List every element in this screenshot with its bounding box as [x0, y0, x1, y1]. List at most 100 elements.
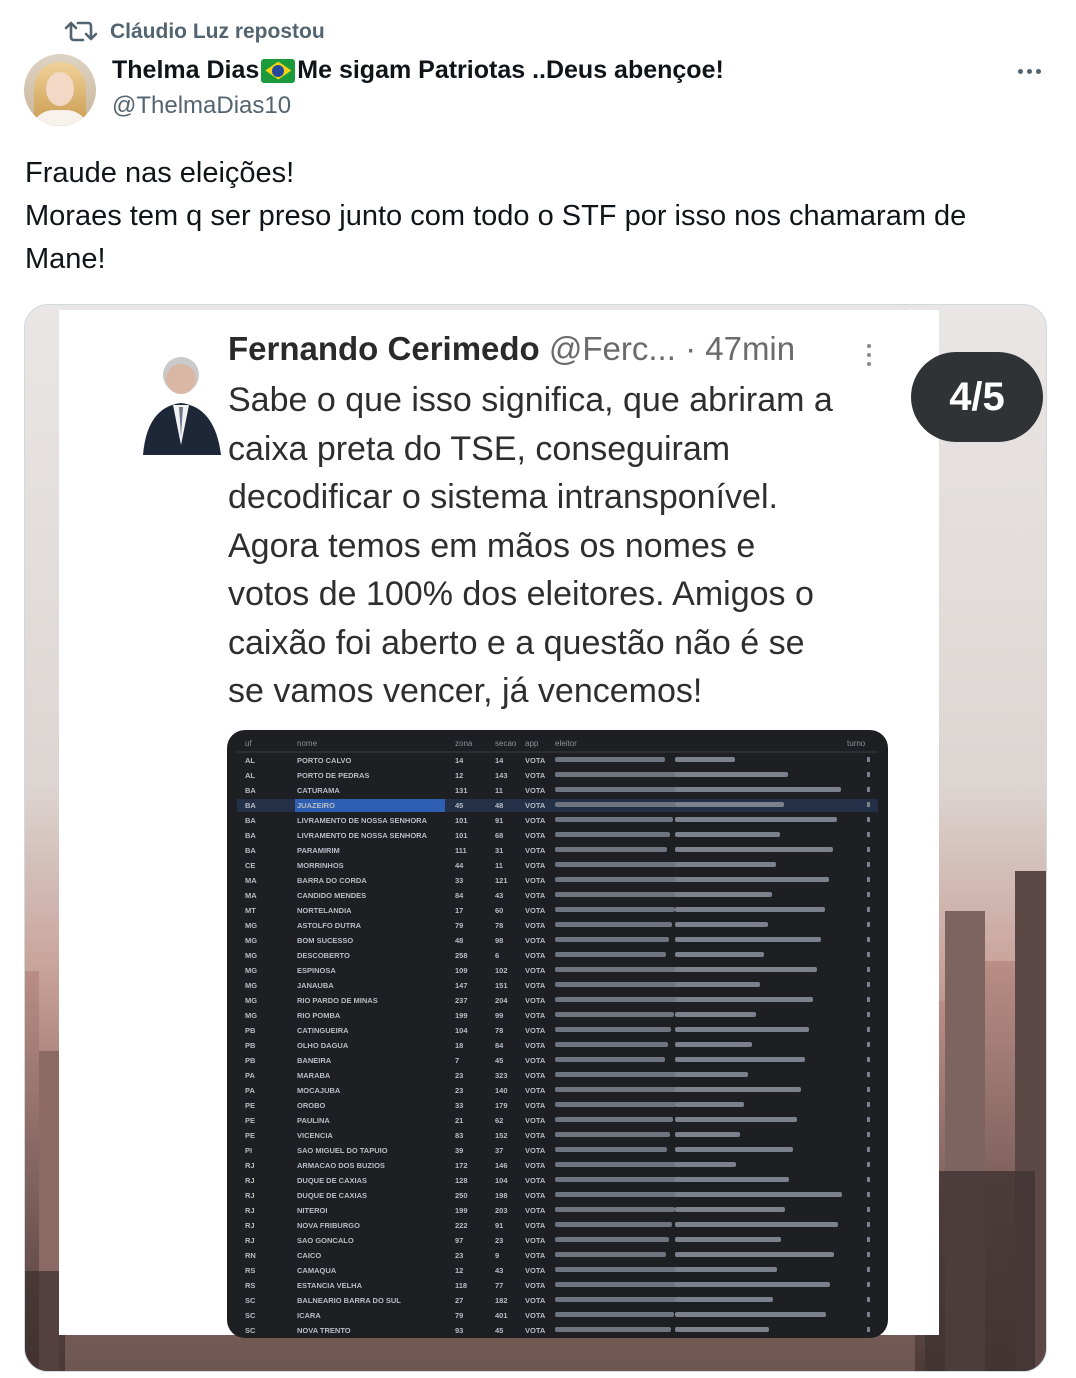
table-cell: CAICO [297, 1251, 321, 1260]
table-cell-url-blur [555, 1267, 683, 1272]
post-media-image[interactable]: Fernando Cerimedo @Ferc... · 47min Sabe … [24, 304, 1047, 1372]
table-cell: 323 [495, 1071, 508, 1080]
table-cell-name-blur [675, 832, 780, 837]
table-cell-url-blur [555, 772, 682, 777]
table-cell: VOTA [525, 1266, 546, 1275]
table-cell-name-blur [675, 1177, 789, 1182]
table-header-cell: turno [847, 739, 866, 748]
quoted-line: Sabe o que isso significa, que abriram a [228, 381, 833, 419]
table-cell: VOTA [525, 906, 546, 915]
table-cell-url-blur [555, 1102, 676, 1107]
table-cell: JANAUBA [297, 981, 334, 990]
table-cell: 203 [495, 1206, 508, 1215]
quoted-more-icon [867, 344, 873, 371]
table-cell-name-blur [675, 922, 768, 927]
table-cell: 18 [455, 1041, 463, 1050]
table-cell-turno-blur [867, 1147, 870, 1152]
table-cell-url-blur [555, 997, 677, 1002]
quoted-author-name: Fernando Cerimedo [228, 330, 540, 367]
table-cell-turno-blur [867, 877, 870, 882]
table-cell: 33 [455, 1101, 463, 1110]
table-cell-turno-blur [867, 1252, 870, 1257]
table-cell: PB [245, 1026, 256, 1035]
table-cell: NOVA TRENTO [297, 1326, 351, 1335]
table-cell: 43 [495, 891, 503, 900]
quoted-line: decodificar o sistema intransponível. [228, 478, 778, 516]
table-cell: RS [245, 1266, 255, 1275]
author-handle[interactable]: @ThelmaDias10 [112, 92, 291, 120]
table-cell-turno-blur [867, 1027, 870, 1032]
table-cell: 101 [455, 831, 468, 840]
more-options-icon[interactable] [1012, 56, 1046, 86]
author-avatar[interactable] [24, 54, 96, 126]
table-cell-turno-blur [867, 997, 870, 1002]
table-cell: ASTOLFO DUTRA [297, 921, 362, 930]
table-cell-turno-blur [867, 1087, 870, 1092]
table-cell: JUAZEIRO [297, 801, 335, 810]
table-cell: VOTA [525, 1176, 546, 1185]
table-cell: VOTA [525, 801, 546, 810]
table-cell-url-blur [555, 1012, 674, 1017]
table-cell-turno-blur [867, 1192, 870, 1197]
table-cell: 44 [455, 861, 464, 870]
table-cell-name-blur [675, 802, 784, 807]
table-cell: 237 [455, 996, 468, 1005]
author-display-name[interactable]: Thelma Dias Me sigam Patriotas ..Deus ab… [112, 56, 724, 85]
table-cell-name-blur [675, 1117, 797, 1122]
table-cell-name-blur [675, 892, 772, 897]
table-cell: MG [245, 951, 257, 960]
image-pager-badge[interactable]: 4/5 [911, 352, 1043, 442]
table-cell-name-blur [675, 1162, 736, 1167]
table-cell: 14 [495, 756, 504, 765]
table-cell-name-blur [675, 967, 817, 972]
table-cell: CAMAQUA [297, 1266, 337, 1275]
table-cell-url-blur [555, 1162, 684, 1167]
table-cell: MARABA [297, 1071, 331, 1080]
table-cell-url-blur [555, 1072, 682, 1077]
table-cell-url-blur [555, 1027, 671, 1032]
table-cell: PORTO DE PEDRAS [297, 771, 369, 780]
table-cell-turno-blur [867, 862, 870, 867]
table-cell: VOTA [525, 1041, 546, 1050]
table-cell-turno-blur [867, 1222, 870, 1227]
table-cell-turno-blur [867, 817, 870, 822]
table-cell: 199 [455, 1011, 468, 1020]
table-cell: BA [245, 831, 256, 840]
quoted-author-line: Fernando Cerimedo @Ferc... · 47min [228, 330, 795, 368]
table-cell: 48 [455, 936, 463, 945]
table-cell: 102 [495, 966, 508, 975]
table-cell-turno-blur [867, 1072, 870, 1077]
table-cell: 182 [495, 1296, 508, 1305]
table-cell: PORTO CALVO [297, 756, 351, 765]
table-cell: 258 [455, 951, 468, 960]
table-cell-url-blur [555, 952, 666, 957]
repost-indicator[interactable]: Cláudio Luz repostou [64, 18, 325, 46]
table-cell: NITEROI [297, 1206, 327, 1215]
table-cell: VOTA [525, 1026, 546, 1035]
table-cell-name-blur [675, 1027, 809, 1032]
quoted-line: votos de 100% dos eleitores. Amigos o [228, 575, 814, 613]
table-cell-name-blur [675, 877, 829, 882]
table-cell: VOTA [525, 1071, 546, 1080]
table-cell-turno-blur [867, 892, 870, 897]
table-cell-name-blur [675, 757, 735, 762]
table-cell-url-blur [555, 1132, 670, 1137]
table-cell: 77 [495, 1281, 503, 1290]
table-cell: ICARA [297, 1311, 321, 1320]
table-cell-url-blur [555, 892, 678, 897]
table-cell: BANEIRA [297, 1056, 332, 1065]
table-cell-name-blur [675, 772, 788, 777]
table-cell: 62 [495, 1116, 503, 1125]
table-cell: SC [245, 1326, 256, 1335]
table-cell: 27 [455, 1296, 463, 1305]
table-cell-url-blur [555, 757, 665, 762]
table-cell: RJ [245, 1191, 255, 1200]
table-cell-url-blur [555, 1117, 673, 1122]
quoted-screenshot-card: Fernando Cerimedo @Ferc... · 47min Sabe … [59, 310, 939, 1338]
table-cell: VOTA [525, 1011, 546, 1020]
table-cell-name-blur [675, 1327, 769, 1332]
table-cell: 45 [455, 801, 463, 810]
table-cell-turno-blur [867, 967, 870, 972]
table-cell: NORTELANDIA [297, 906, 352, 915]
table-cell: RJ [245, 1161, 255, 1170]
